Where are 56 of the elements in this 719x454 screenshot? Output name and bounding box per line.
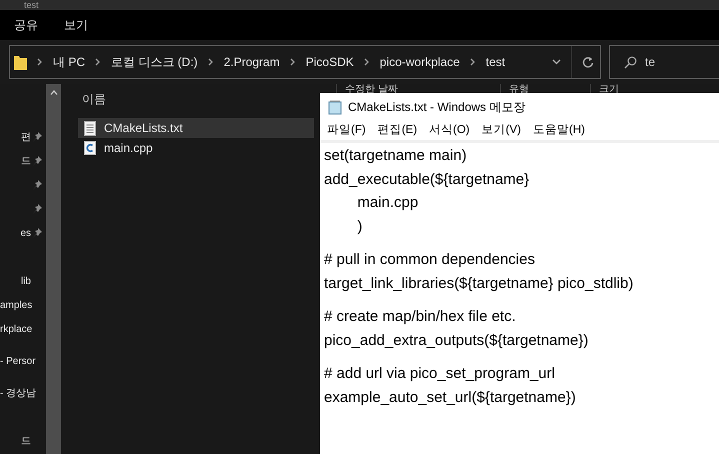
scroll-up-icon[interactable] [50, 90, 58, 95]
breadcrumb[interactable]: PicoSDK [306, 53, 354, 71]
code-line: example_auto_set_url(${targetname}) [324, 388, 577, 408]
column-header[interactable]: 이름 [82, 90, 106, 108]
sidebar-item[interactable]: es [20, 226, 31, 240]
breadcrumb[interactable]: test [486, 53, 506, 71]
file-row[interactable]: CMakeLists.txt [78, 118, 314, 138]
breadcrumb[interactable]: 로컬 디스크 (D:) [111, 53, 198, 71]
menu-item[interactable]: 도움말(H) [532, 122, 585, 140]
code-line: main.cpp [356, 193, 420, 213]
dropdown-icon[interactable] [552, 59, 561, 65]
sidebar-item[interactable]: 드 [21, 434, 31, 448]
ribbon-tab[interactable]: 공유 [14, 16, 38, 34]
chevron-icon [95, 58, 102, 66]
address-bar[interactable]: 내 PC 로컬 디스크 (D:) 2.Program PicoSDK pico-workplace test [9, 45, 601, 79]
sidebar-item[interactable]: lib [20, 274, 31, 288]
code-line: # pull in common dependencies [324, 250, 536, 270]
code-line: # add url via pico_set_program_url [324, 364, 556, 384]
code-line: pico_add_extra_outputs(${targetname}) [324, 330, 590, 350]
menu-item[interactable]: 서식(O) [429, 122, 470, 140]
search-icon [624, 56, 637, 68]
breadcrumb[interactable]: 내 PC [53, 53, 86, 71]
sidebar-item[interactable]: - Persor [0, 354, 36, 368]
sidebar-item[interactable]: amples [0, 298, 32, 312]
folder-icon [14, 54, 27, 70]
chevron-icon [470, 58, 476, 66]
cpp-file-icon [84, 141, 96, 155]
notepad-icon [328, 100, 342, 114]
chevron-icon [364, 58, 370, 66]
column-header[interactable]: 크기 [599, 85, 619, 95]
file-row[interactable]: main.cpp [78, 138, 314, 158]
code-line: set(targetname main) [324, 146, 468, 166]
chevron-icon [208, 58, 214, 66]
code-line: add_executable(${targetname} [324, 170, 530, 190]
search-field[interactable]: te [609, 45, 719, 79]
scrollbar[interactable] [46, 84, 61, 454]
chevron-icon [37, 58, 43, 66]
breadcrumb[interactable]: 2.Program [224, 53, 280, 71]
sidebar-item[interactable]: rkplace [0, 322, 32, 336]
menu-item[interactable]: 편집(E) [378, 122, 418, 140]
window-title: CMakeLists.txt - Windows 메모장 [348, 99, 526, 116]
refresh-icon[interactable] [582, 56, 594, 68]
column-header[interactable]: 수정한 날짜 [345, 85, 398, 95]
code-line: ) [356, 216, 364, 236]
window-title: test [24, 0, 39, 10]
ribbon-tab[interactable]: 보기 [64, 16, 88, 34]
menu-item[interactable]: 파일(F) [327, 122, 366, 140]
text-file-icon [84, 120, 96, 136]
menu-item[interactable]: 보기(V) [482, 122, 521, 140]
code-line: target_link_libraries(${targetname} pico_stdlib) [324, 274, 634, 294]
sidebar-item[interactable]: - 경상남 [0, 386, 36, 400]
chevron-icon [290, 58, 296, 66]
sidebar-item[interactable]: 드 [21, 154, 31, 168]
sidebar-item[interactable]: 편 [21, 130, 31, 144]
code-line: # create map/bin/hex file etc. [324, 307, 517, 327]
breadcrumb[interactable]: pico-workplace [380, 53, 460, 71]
